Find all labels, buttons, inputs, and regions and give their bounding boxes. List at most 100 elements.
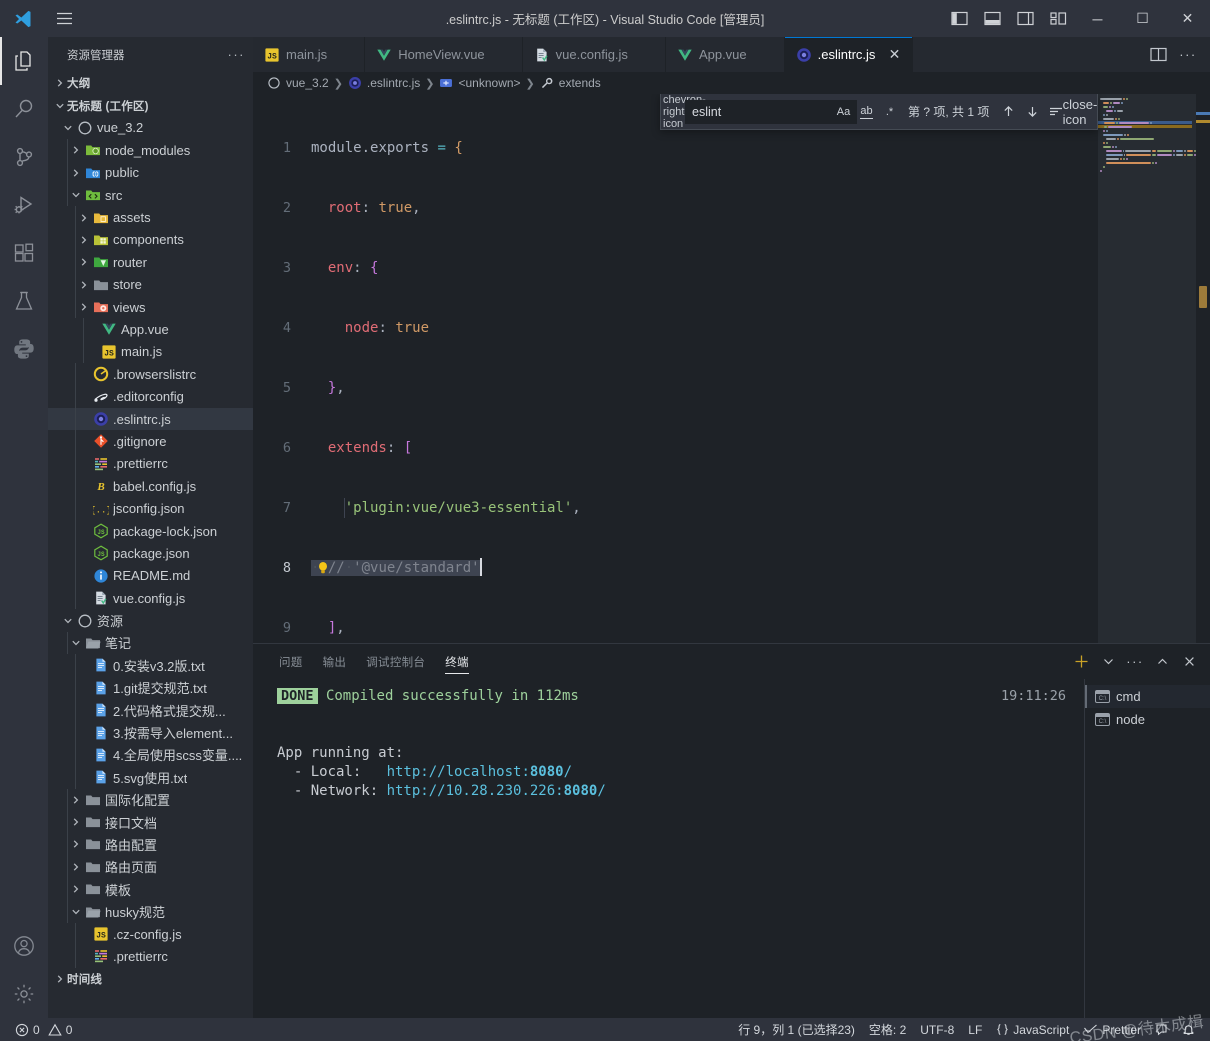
chevron-down-icon[interactable]: [60, 616, 75, 626]
chevron-down-icon[interactable]: [68, 907, 83, 917]
tree-item-.gitignore[interactable]: .gitignore: [48, 430, 253, 453]
toggle-primary-sidebar-icon[interactable]: [943, 0, 976, 37]
toggle-replace-icon[interactable]: chevron-right-icon: [663, 94, 706, 130]
tree-item--[interactable]: 接口文档: [48, 810, 253, 834]
tree-item-3.-element...[interactable]: 3.按需导入element...: [48, 721, 253, 744]
close-tab-icon[interactable]: ✕: [887, 46, 901, 63]
tree-item-components[interactable]: components: [48, 228, 253, 252]
tree-item-0.-v3.2-.txt[interactable]: 0.安装v3.2版.txt: [48, 654, 253, 677]
editor-tab-vue.config.js[interactable]: vue.config.js✕: [522, 37, 666, 72]
activity-item-run-and-debug[interactable]: [0, 181, 48, 229]
activity-item-source-control[interactable]: [0, 133, 48, 181]
ellipsis-icon[interactable]: ···: [228, 47, 246, 62]
local-port[interactable]: 8080: [530, 764, 564, 780]
match-case-icon[interactable]: Aa: [833, 101, 854, 122]
chevron-right-icon[interactable]: [76, 280, 91, 290]
local-url[interactable]: http://localhost:: [387, 764, 530, 780]
minimize-button[interactable]: ─: [1075, 0, 1120, 37]
tree-item-package.json[interactable]: JS package.json: [48, 542, 253, 565]
terminal-tab-cmd[interactable]: C:\ cmd: [1085, 685, 1210, 708]
tree-item--[interactable]: 路由页面: [48, 855, 253, 879]
status-formatter[interactable]: Prettier: [1076, 1018, 1148, 1041]
editor-tabs[interactable]: JSmain.js✕HomeView.vue✕vue.config.js✕App…: [253, 37, 914, 72]
toggle-panel-icon[interactable]: [976, 0, 1009, 37]
panel-more-actions-icon[interactable]: ···: [1122, 649, 1148, 675]
panel-tab-终端[interactable]: 终端: [435, 644, 479, 679]
chevron-right-icon[interactable]: [76, 235, 91, 245]
tree-item-.browserslistrc[interactable]: .browserslistrc: [48, 363, 253, 386]
editor-tab-homeview.vue[interactable]: HomeView.vue✕: [365, 37, 523, 72]
chevron-down-icon[interactable]: [68, 190, 83, 200]
chevron-right-icon[interactable]: [68, 168, 83, 178]
toggle-secondary-sidebar-icon[interactable]: [1009, 0, 1042, 37]
editor-tab-app.vue[interactable]: App.vue✕: [665, 37, 785, 72]
tree-item-store[interactable]: store: [48, 273, 253, 296]
minimap-slider[interactable]: [1098, 94, 1196, 643]
chevron-down-icon[interactable]: [52, 101, 67, 111]
status-indentation[interactable]: 空格: 2: [862, 1018, 913, 1041]
overview-thumb[interactable]: [1199, 286, 1207, 308]
status-cursor-position[interactable]: 行 9，列 1 (已选择23): [731, 1018, 862, 1041]
use-regex-icon[interactable]: .*: [879, 101, 900, 122]
text-editor[interactable]: 1 module.exports = { 2 root: true, 3 env:…: [253, 94, 1210, 643]
activity-item-manage[interactable]: [0, 970, 48, 1018]
tree-item-2.-...[interactable]: 2.代码格式提交规...: [48, 698, 253, 722]
tree-item-jsconfig.json[interactable]: {..} jsconfig.json: [48, 497, 253, 520]
chevron-right-icon[interactable]: [76, 302, 91, 312]
panel-tab-输出[interactable]: 输出: [313, 644, 357, 679]
terminal-tab-list[interactable]: C:\ cmd C:\ node: [1084, 679, 1210, 1018]
editor-tab-.eslintrc.js[interactable]: .eslintrc.js ✕: [784, 37, 914, 72]
tree-item-main.js[interactable]: JS main.js: [48, 340, 253, 364]
breadcrumb-item-vue_3.2[interactable]: vue_3.2: [267, 76, 329, 90]
tree-item-.prettierrc[interactable]: .prettierrc: [48, 945, 253, 968]
local-tail[interactable]: /: [564, 764, 572, 780]
tree-item-babel.config.js[interactable]: Bbabel.config.js: [48, 475, 253, 498]
activity-item-explorer[interactable]: [0, 37, 48, 85]
overview-ruler[interactable]: [1196, 94, 1210, 643]
tree-item-assets[interactable]: assets: [48, 206, 253, 229]
more-editor-actions-icon[interactable]: ···: [1174, 41, 1202, 69]
network-port[interactable]: 8080: [564, 783, 598, 799]
tree-item-readme.md[interactable]: README.md: [48, 564, 253, 587]
sidebar-section--[interactable]: 大纲: [48, 72, 253, 94]
status-notifications[interactable]: [1175, 1018, 1202, 1041]
find-input[interactable]: [685, 99, 857, 124]
tree-item-app.vue[interactable]: App.vue: [48, 318, 253, 341]
panel-tabs[interactable]: 问题 输出 调试控制台 终端: [269, 644, 479, 679]
tree-item-public[interactable]: public: [48, 161, 253, 184]
sidebar-section--[interactable]: 时间线: [48, 968, 253, 990]
close-icon[interactable]: close-icon: [1063, 97, 1098, 127]
tree-item-1.git-.txt[interactable]: 1.git提交规范.txt: [48, 676, 253, 699]
code-content[interactable]: 1 module.exports = { 2 root: true, 3 env:…: [253, 98, 1210, 643]
panel-tab-调试控制台[interactable]: 调试控制台: [356, 644, 435, 679]
status-problems[interactable]: 0 0: [8, 1018, 79, 1041]
tree-item--[interactable]: 笔记: [48, 631, 253, 655]
tree-item--[interactable]: 国际化配置: [48, 788, 253, 811]
panel-tab-问题[interactable]: 问题: [269, 644, 313, 679]
close-panel-icon[interactable]: [1176, 649, 1202, 675]
tree-item-.eslintrc.js[interactable]: .eslintrc.js: [48, 407, 253, 431]
chevron-right-icon[interactable]: [52, 78, 67, 88]
chevron-right-icon[interactable]: [76, 257, 91, 267]
sidebar-section--[interactable]: 无标题 (工作区): [48, 94, 253, 116]
customize-layout-icon[interactable]: [1042, 0, 1075, 37]
breadcrumb[interactable]: vue_3.2 ❯ .eslintrc.js ❯ <unknown> ❯ extends: [253, 72, 1210, 94]
tree-item--[interactable]: 模板: [48, 878, 253, 901]
find-widget[interactable]: chevron-right-icon Aa ab .* 第 ? 项, 共 1 项: [660, 94, 1098, 130]
tree-item-5.svg-.txt[interactable]: 5.svg使用.txt: [48, 766, 253, 789]
terminal-output[interactable]: 19:11:26 DONE Compiled successfully in 1…: [253, 679, 1084, 1018]
maximize-panel-icon[interactable]: [1149, 649, 1175, 675]
tree-item-.editorconfig[interactable]: .editorconfig: [48, 385, 253, 408]
activity-item-accounts[interactable]: [0, 922, 48, 970]
tree-item-.cz-config.js[interactable]: JS .cz-config.js: [48, 922, 253, 946]
breadcrumb-item-.eslintrc.js[interactable]: .eslintrc.js: [348, 76, 420, 90]
maximize-button[interactable]: ☐: [1120, 0, 1165, 37]
whole-word-icon[interactable]: ab: [856, 101, 877, 122]
activity-item-testing[interactable]: [0, 277, 48, 325]
chevron-right-icon[interactable]: [52, 974, 67, 984]
tree-item-views[interactable]: views: [48, 295, 253, 319]
chevron-right-icon[interactable]: [68, 862, 83, 872]
tree-item-package-lock.json[interactable]: JS package-lock.json: [48, 519, 253, 543]
split-editor-icon[interactable]: [1144, 41, 1172, 69]
chevron-down-icon[interactable]: [60, 123, 75, 133]
